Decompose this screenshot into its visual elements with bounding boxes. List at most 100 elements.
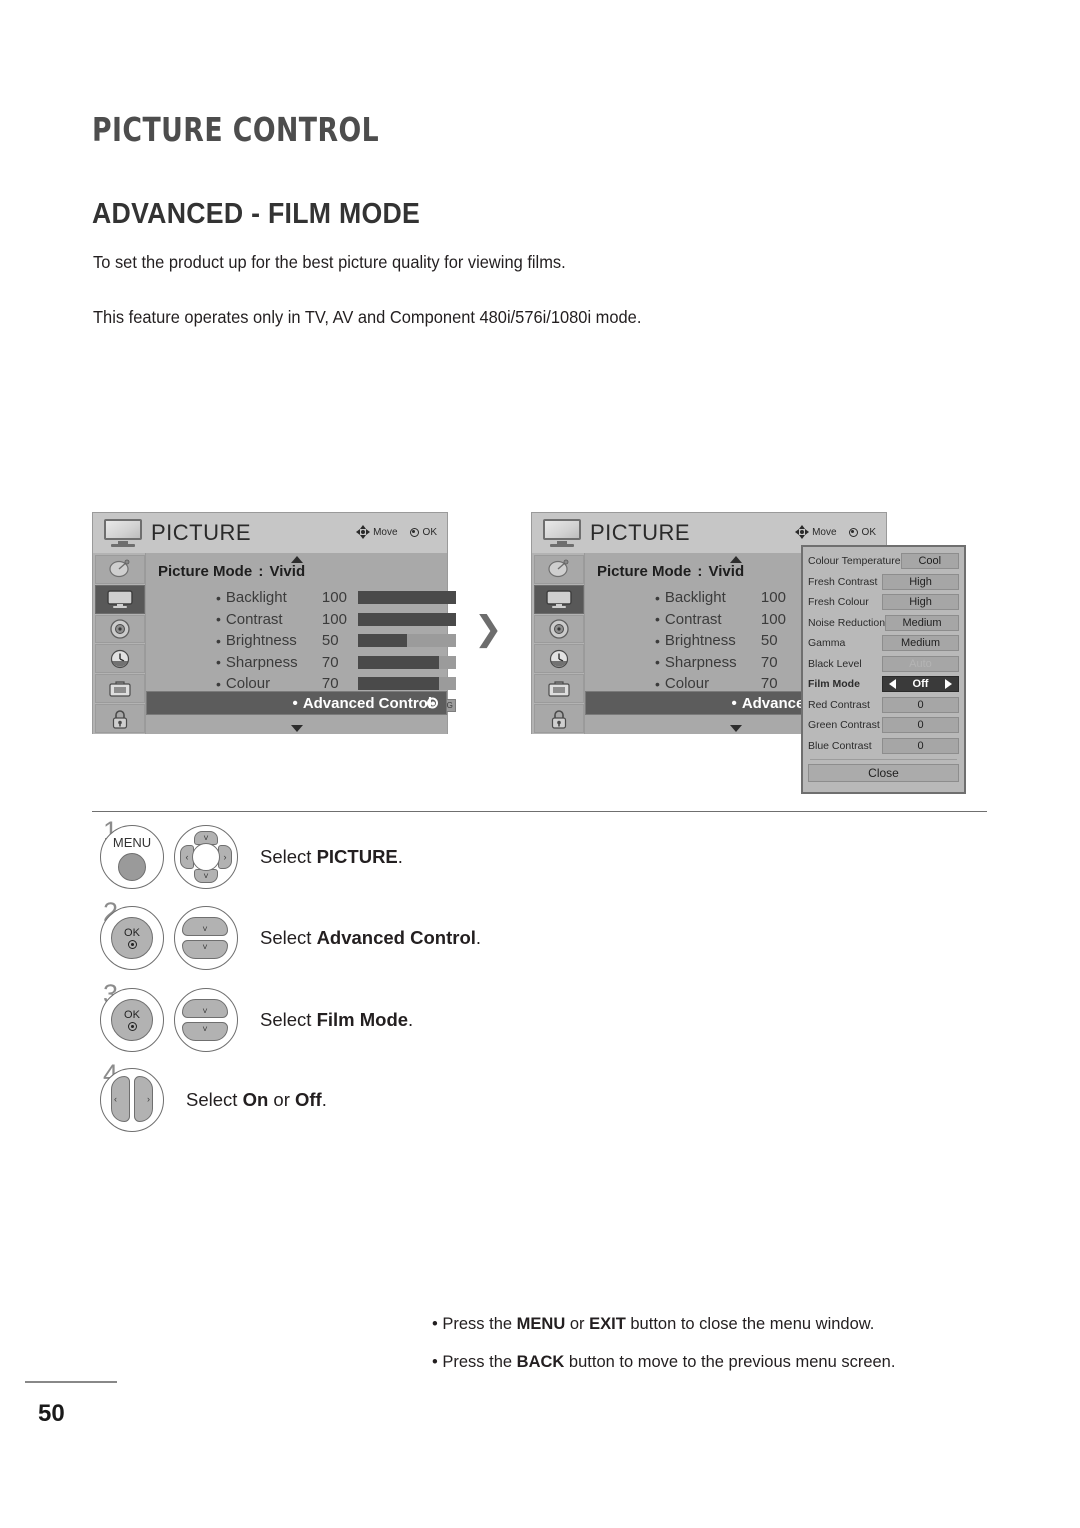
adv-value[interactable]: Cool [900,553,959,570]
picture-mode-row[interactable]: Picture Mode : Vivid [597,563,744,580]
ok-button[interactable]: OK [100,988,164,1052]
osd-option-row[interactable]: • Sharpness 70 [146,652,456,674]
option-value: 100 [321,589,347,607]
sidebar-item-lock[interactable] [534,704,584,733]
scroll-down-arrow-icon[interactable] [729,725,742,732]
option-label: Colour [664,675,710,693]
ok-button-label: OK [124,1008,140,1021]
sidebar-item-setup[interactable] [95,555,145,584]
picture-mode-value: Vivid [269,563,306,580]
dpad-move-icon [795,525,810,539]
dpad-left-icon[interactable]: ‹ [180,845,194,869]
ok-button-inner[interactable]: OK [111,999,153,1041]
option-slider[interactable] [357,591,456,605]
tint-right-label: G [446,700,453,710]
osd-body: Picture Mode : Vivid • Backlight 100 • C… [93,553,456,734]
sidebar-item-setup[interactable] [534,555,584,584]
dpad-updown[interactable]: ˅ ˅ [174,906,238,970]
sidebar-item-picture[interactable] [534,584,584,614]
adv-value[interactable]: Medium [885,614,959,631]
osd-option-row[interactable]: • Brightness 50 [146,630,456,652]
dpad-right-icon[interactable]: › [134,1076,153,1122]
dpad-down-icon[interactable]: ˅ [182,1022,228,1041]
osd-option-row[interactable]: • Contrast 100 [146,609,456,631]
dpad-leftright[interactable]: ‹ › [100,1068,164,1132]
adv-value[interactable]: 0 [882,737,959,754]
scroll-down-arrow-icon[interactable] [290,725,303,732]
adv-row-fresh-colour[interactable]: Fresh Colour High [808,592,959,613]
dpad-right-icon[interactable]: › [218,845,232,869]
option-slider[interactable] [357,634,456,648]
scroll-up-arrow-icon[interactable] [290,556,303,563]
adv-value[interactable]: Medium [882,635,959,652]
step-3: 3 OK ˅ ˅ Select Film Mode. [100,979,414,1052]
option-slider[interactable] [357,655,456,669]
step-4-text: Select On or Off. [186,1089,327,1110]
hint-ok-label: OK [861,526,876,538]
menu-button-dot[interactable] [118,853,146,881]
scroll-up-arrow-icon[interactable] [729,556,742,563]
option-value: 50 [760,632,778,650]
divider [810,759,957,760]
arrow-left-icon[interactable] [889,679,896,690]
ok-button-inner[interactable]: OK [111,917,153,959]
sidebar-item-time[interactable] [534,644,584,674]
osd-content: Picture Mode : Vivid • Backlight 100 • C… [145,553,456,734]
dpad-4way[interactable]: ˅ ˅ ‹ › [174,825,238,889]
dpad-up-icon[interactable]: ˅ [194,831,218,845]
intro-paragraph-2: This feature operates only in TV, AV and… [93,307,642,327]
ok-button-icon[interactable] [427,697,438,709]
osd-option-row[interactable]: • Backlight 100 [146,587,456,609]
footer-note-1: • Press the MENU or EXIT button to close… [432,1315,875,1333]
adv-value[interactable]: 0 [882,717,959,734]
dpad-up-icon[interactable]: ˅ [182,999,228,1018]
adv-value[interactable]: Off [882,676,959,693]
footer-note-2: • Press the BACK button to move to the p… [432,1353,896,1371]
sidebar-item-audio[interactable] [534,614,584,644]
menu-button[interactable]: MENU [100,825,164,889]
bullet-icon: • [216,589,221,606]
page-title: PICTURE CONTROL [92,110,380,149]
step-3-text: Select Film Mode. [260,1009,414,1030]
dpad-down-icon[interactable]: ˅ [194,869,218,883]
adv-row-noise-reduction[interactable]: Noise Reduction Medium [808,613,959,634]
arrow-right-icon[interactable] [945,679,952,690]
sidebar-item-time[interactable] [95,644,145,674]
adv-row-gamma[interactable]: Gamma Medium [808,633,959,654]
osd-sidebar [532,553,584,734]
adv-row-blue-contrast[interactable]: Blue Contrast 0 [808,736,959,757]
option-slider[interactable] [357,677,456,691]
adv-value[interactable]: 0 [882,696,959,713]
option-label: Contrast [664,610,722,628]
ok-button-icon [409,527,419,537]
bullet-icon: • [292,694,298,712]
osd-hints: Move OK [356,525,437,539]
advanced-control-row[interactable]: •Advanced Control [146,691,447,715]
option-slider[interactable] [357,612,456,626]
step-4: 4 ‹ › Select On or Off. [100,1059,327,1132]
dpad-updown[interactable]: ˅ ˅ [174,988,238,1052]
picture-mode-row[interactable]: Picture Mode : Vivid [158,563,305,580]
adv-value-text: Off [912,678,929,691]
adv-row-colour-temperature[interactable]: Colour Temperature Cool [808,551,959,572]
picture-mode-value: Vivid [708,563,745,580]
tv-monitor-icon [101,518,145,548]
sidebar-item-picture[interactable] [95,584,145,614]
sidebar-item-lock[interactable] [95,704,145,733]
dpad-down-icon[interactable]: ˅ [182,940,228,959]
adv-value[interactable]: High [882,573,959,590]
adv-row-film-mode[interactable]: Film Mode Off [808,674,959,695]
sidebar-item-option[interactable] [534,674,584,704]
adv-value[interactable]: High [882,594,959,611]
sidebar-item-option[interactable] [95,674,145,704]
adv-row-green-contrast[interactable]: Green Contrast 0 [808,715,959,736]
adv-row-red-contrast[interactable]: Red Contrast 0 [808,695,959,716]
dpad-up-icon[interactable]: ˅ [182,917,228,936]
sidebar-item-audio[interactable] [95,614,145,644]
adv-label: Gamma [808,637,846,650]
dpad-left-icon[interactable]: ‹ [111,1076,130,1122]
close-button[interactable]: Close [808,764,959,782]
ok-button[interactable]: OK [100,906,164,970]
option-label: Brightness [225,632,297,650]
adv-row-fresh-contrast[interactable]: Fresh Contrast High [808,572,959,593]
